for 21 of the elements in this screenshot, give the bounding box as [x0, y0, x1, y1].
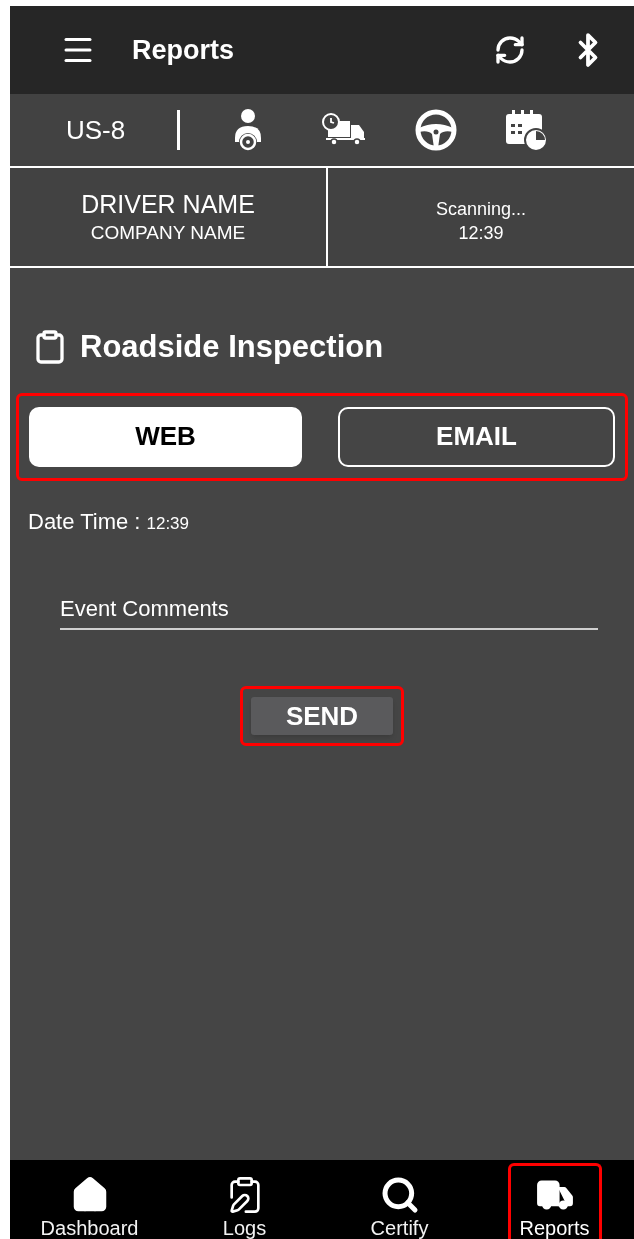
company-name: COMPANY NAME [90, 223, 246, 242]
section-title: Roadside Inspection [80, 328, 384, 366]
status-time: 12:39 [458, 224, 504, 242]
nav-item[interactable]: Dashboard [42, 1163, 137, 1239]
date-time-label: Date Time : [28, 507, 141, 536]
comments-field[interactable]: Event Comments [60, 589, 598, 630]
nav-item[interactable]: Certify [352, 1163, 447, 1239]
tab[interactable]: EMAIL [338, 406, 615, 467]
connection-status: Scanning... [435, 200, 527, 218]
calendar-clock-icon[interactable] [504, 108, 549, 152]
steering-wheel-icon[interactable] [414, 108, 459, 152]
send-button[interactable]: SEND [251, 696, 393, 735]
sync-icon[interactable] [494, 34, 526, 66]
unit-label: US-8 [66, 113, 126, 147]
page-title: Reports [132, 33, 234, 67]
nav-item[interactable]: Logs [197, 1163, 292, 1239]
truck-clock-icon[interactable] [322, 113, 367, 147]
date-time-value: 12:39 [146, 512, 190, 535]
nav-item[interactable]: Reports [507, 1163, 602, 1239]
driver-name: DRIVER NAME [81, 192, 255, 217]
tab[interactable]: WEB [29, 406, 302, 467]
